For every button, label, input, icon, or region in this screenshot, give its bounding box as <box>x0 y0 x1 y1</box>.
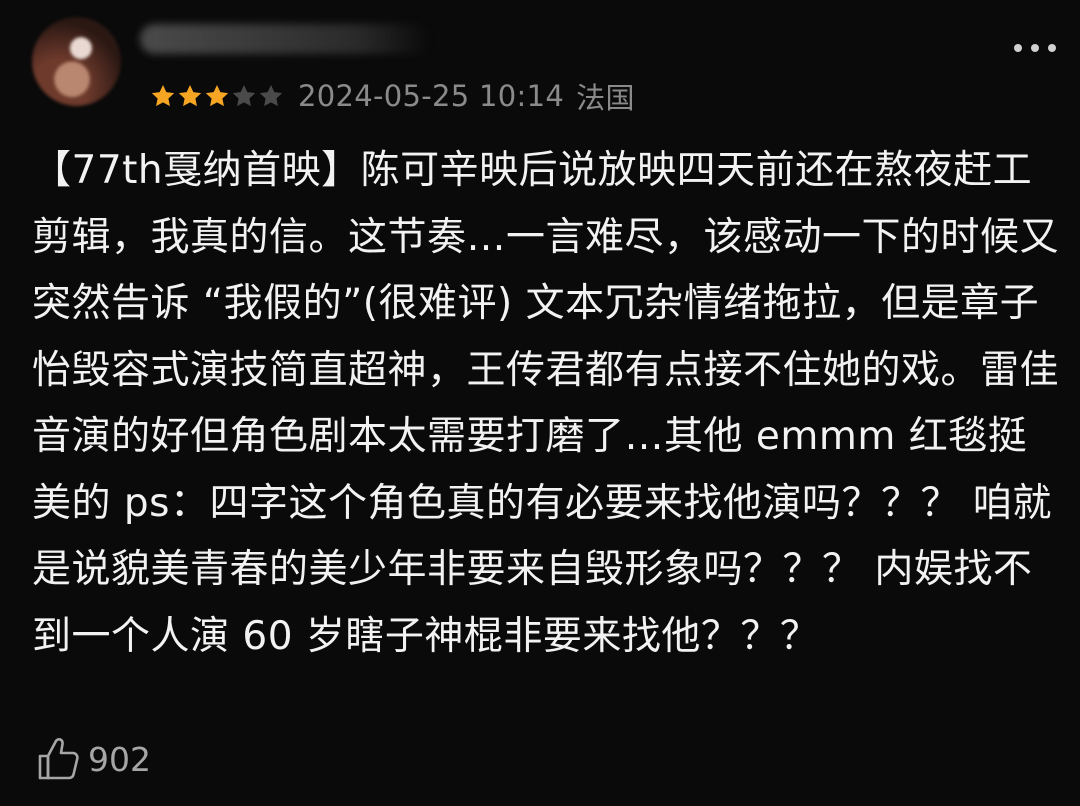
username[interactable] <box>140 24 430 54</box>
star-empty-icon <box>232 84 256 107</box>
star-filled-icon <box>178 84 202 107</box>
thumbs-up-icon <box>38 738 79 780</box>
star-filled-icon <box>205 84 229 107</box>
more-dots-icon[interactable] <box>1014 44 1056 52</box>
review-date: 2024-05-25 10:14 <box>298 79 565 113</box>
star-empty-icon <box>259 84 283 107</box>
avatar[interactable] <box>32 17 121 106</box>
star-filled-icon <box>151 84 175 107</box>
star-rating <box>150 83 284 109</box>
review-meta: 2024-05-25 10:14 法国 <box>150 78 635 115</box>
like-count: 902 <box>88 739 151 779</box>
review-location: 法国 <box>576 81 635 115</box>
review-text: 【77th戛纳首映】陈可辛映后说放映四天前还在熬夜赶工剪辑，我真的信。这节奏…一… <box>32 148 1060 659</box>
like-button[interactable]: 902 <box>36 736 151 782</box>
